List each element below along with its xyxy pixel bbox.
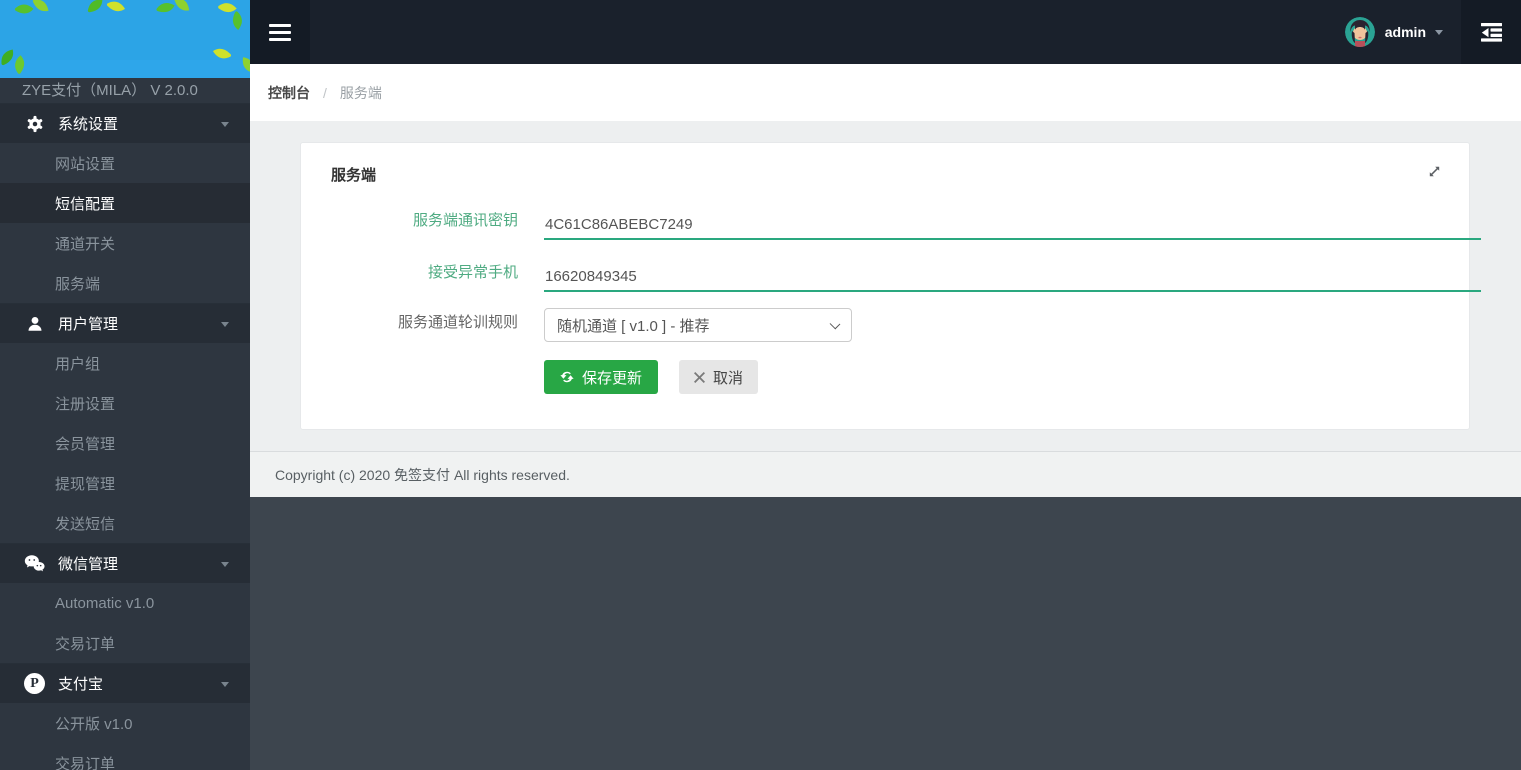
page-footer: Copyright (c) 2020 免签支付 All rights reser… <box>250 451 1521 497</box>
sidebar-item-register-settings[interactable]: 注册设置 <box>0 383 250 423</box>
select-chevron-icon <box>830 319 841 330</box>
copyright-text: Copyright (c) 2020 免签支付 All rights reser… <box>275 465 570 485</box>
sidebar-item-public-v1[interactable]: 公开版 v1.0 <box>0 703 250 743</box>
sidebar-item-wechat-management[interactable]: 微信管理 <box>0 543 250 583</box>
sidebar-item-alipay[interactable]: P 支付宝 <box>0 663 250 703</box>
avatar <box>1345 17 1375 47</box>
form-row-secret-key: 服务端通讯密钥 <box>331 206 1481 240</box>
gear-icon <box>24 113 45 134</box>
breadcrumb: 控制台 / 服务端 <box>250 64 1521 121</box>
outdent-icon <box>1480 22 1503 42</box>
alipay-icon: P <box>24 673 45 694</box>
user-dropdown[interactable]: admin <box>1345 0 1443 64</box>
sidebar-item-website-settings[interactable]: 网站设置 <box>0 143 250 183</box>
cancel-button[interactable]: 取消 <box>679 360 758 394</box>
sidebar-item-withdraw-management[interactable]: 提现管理 <box>0 463 250 503</box>
sidebar-item-label: 微信管理 <box>58 553 118 574</box>
sidebar-item-wechat-orders[interactable]: 交易订单 <box>0 623 250 663</box>
form-actions: 保存更新 取消 <box>544 360 758 394</box>
field-label: 服务端通讯密钥 <box>331 206 518 231</box>
field-label: 接受异常手机 <box>331 258 518 283</box>
form-row-channel-rule: 服务通道轮训规则 随机通道 [ v1.0 ] - 推荐 <box>331 308 852 342</box>
sidebar-item-label: 用户管理 <box>58 313 118 334</box>
sidebar-item-send-sms[interactable]: 发送短信 <box>0 503 250 543</box>
field-label: 服务通道轮训规则 <box>331 308 518 333</box>
user-icon <box>24 313 45 334</box>
sidebar-item-server[interactable]: 服务端 <box>0 263 250 303</box>
save-button[interactable]: 保存更新 <box>544 360 658 394</box>
chevron-down-icon <box>221 682 229 687</box>
wechat-icon <box>24 553 45 574</box>
selected-option-label: 随机通道 [ v1.0 ] - 推荐 <box>557 315 710 336</box>
sidebar-item-label: 支付宝 <box>58 673 103 694</box>
username-label: admin <box>1385 24 1426 40</box>
breadcrumb-separator: / <box>323 85 327 101</box>
sidebar-item-label: 系统设置 <box>58 113 118 134</box>
control-sidebar-toggle-button[interactable] <box>1461 0 1521 64</box>
expand-panel-button[interactable] <box>1426 163 1442 179</box>
sidebar-item-sms-config[interactable]: 短信配置 <box>0 183 250 223</box>
sidebar-item-user-management[interactable]: 用户管理 <box>0 303 250 343</box>
sidebar-item-alipay-orders[interactable]: 交易订单 <box>0 743 250 770</box>
form-row-alert-phone: 接受异常手机 <box>331 258 1481 292</box>
breadcrumb-root-link[interactable]: 控制台 <box>268 83 310 103</box>
panel-title: 服务端 <box>331 164 376 185</box>
refresh-icon <box>560 370 574 384</box>
alert-phone-input[interactable] <box>544 258 1481 292</box>
sidebar-menu: 系统设置 网站设置 短信配置 通道开关 服务端 用户管理 用户组 注册设置 会员… <box>0 103 250 770</box>
brand-version-text: ZYE支付（MILA） V 2.0.0 <box>0 78 250 103</box>
sidebar-item-automatic-v1[interactable]: Automatic v1.0 <box>0 583 250 623</box>
breadcrumb-current: 服务端 <box>340 83 382 103</box>
chevron-down-icon <box>221 562 229 567</box>
sidebar-item-user-group[interactable]: 用户组 <box>0 343 250 383</box>
cancel-button-label: 取消 <box>713 367 743 388</box>
server-settings-panel: 服务端 服务端通讯密钥 接受异常手机 服务通道轮训规则 随机通道 [ v1.0 … <box>300 142 1470 430</box>
sidebar: ZYE支付（MILA） V 2.0.0 系统设置 网站设置 短信配置 通道开关 <box>0 0 250 770</box>
channel-rule-select[interactable]: 随机通道 [ v1.0 ] - 推荐 <box>544 308 852 342</box>
chevron-down-icon <box>1435 30 1443 35</box>
sidebar-item-channel-switch[interactable]: 通道开关 <box>0 223 250 263</box>
sidebar-item-member-management[interactable]: 会员管理 <box>0 423 250 463</box>
sidebar-item-system-settings[interactable]: 系统设置 <box>0 103 250 143</box>
expand-arrows-icon <box>1427 164 1442 179</box>
save-button-label: 保存更新 <box>582 367 642 388</box>
secret-key-input[interactable] <box>544 206 1481 240</box>
sidebar-toggle-button[interactable] <box>250 0 310 64</box>
sky-leaves-illustration <box>0 0 250 78</box>
chevron-down-icon <box>221 122 229 127</box>
top-navbar: admin <box>250 0 1521 64</box>
brand-logo-image[interactable] <box>0 0 250 78</box>
chevron-down-icon <box>221 322 229 327</box>
close-icon <box>694 372 705 383</box>
content-area: 服务端 服务端通讯密钥 接受异常手机 服务通道轮训规则 随机通道 [ v1.0 … <box>250 121 1521 451</box>
